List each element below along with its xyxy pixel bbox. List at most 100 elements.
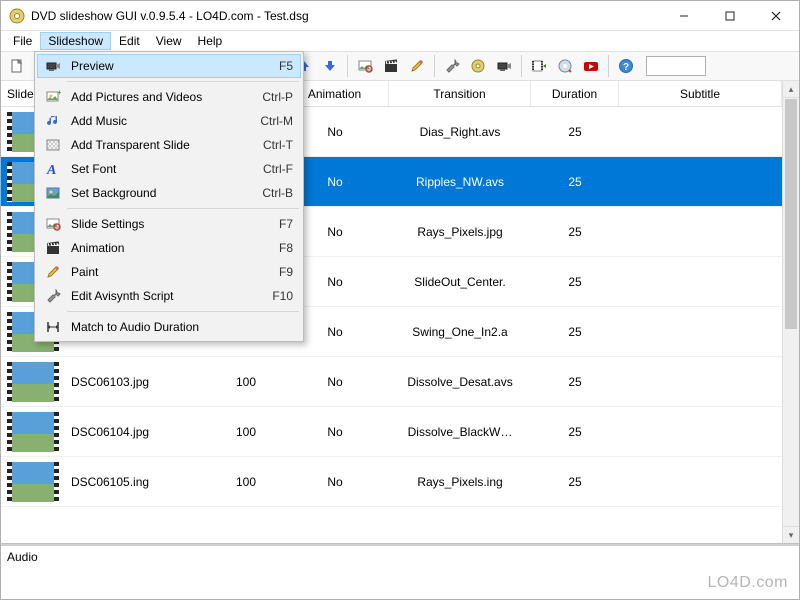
svg-text:A: A (46, 163, 56, 177)
music-note-icon (41, 113, 65, 129)
toolbar-separator (347, 55, 348, 77)
col-transition[interactable]: Transition (389, 81, 531, 106)
menu-item-accel: F10 (241, 289, 297, 303)
toolbar-youtube-icon[interactable] (579, 54, 603, 78)
menu-view[interactable]: View (148, 32, 190, 50)
cell-subtitle (619, 128, 782, 136)
close-button[interactable] (753, 1, 799, 30)
menu-item-edit-avisynth-script[interactable]: Edit Avisynth ScriptF10 (37, 284, 301, 308)
menu-item-accel: F8 (241, 241, 297, 255)
cell-file: DSC06103.jpg (65, 371, 211, 393)
cell-duration-1: 100 (211, 371, 281, 393)
toolbar-pencil-icon[interactable] (405, 54, 429, 78)
cell-subtitle (619, 178, 782, 186)
menu-item-animation[interactable]: AnimationF8 (37, 236, 301, 260)
toolbar-arrow-down-icon[interactable] (318, 54, 342, 78)
toolbar-export-video-icon[interactable] (527, 54, 551, 78)
cell-duration-2: 25 (531, 371, 619, 393)
menubar: FileSlideshowEditViewHelp (1, 31, 799, 51)
menu-item-label: Set Background (65, 186, 241, 200)
menu-item-add-music[interactable]: Add MusicCtrl-M (37, 109, 301, 133)
svg-text:?: ? (623, 62, 629, 73)
cell-subtitle (619, 378, 782, 386)
toolbar-separator (608, 55, 609, 77)
toolbar-help-icon[interactable]: ? (614, 54, 638, 78)
scroll-thumb[interactable] (785, 99, 797, 329)
menu-item-label: Add Pictures and Videos (65, 90, 241, 104)
vertical-scrollbar[interactable]: ▴ ▾ (782, 81, 799, 543)
toolbar-clapper-icon[interactable] (379, 54, 403, 78)
cell-subtitle (619, 428, 782, 436)
toolbar-dvd-icon[interactable] (466, 54, 490, 78)
menu-help[interactable]: Help (190, 32, 231, 50)
cell-animation: No (281, 371, 389, 393)
slide-thumbnail (1, 408, 65, 456)
col-duration-2[interactable]: Duration (531, 81, 619, 106)
menu-item-add-transparent-slide[interactable]: Add Transparent SlideCtrl-T (37, 133, 301, 157)
scroll-up-icon[interactable]: ▴ (783, 81, 799, 98)
cell-transition: Dissolve_BlackW… (389, 421, 531, 443)
slide-thumbnail (1, 358, 65, 406)
menu-slideshow[interactable]: Slideshow (40, 32, 111, 50)
menu-item-set-background[interactable]: Set BackgroundCtrl-B (37, 181, 301, 205)
cell-duration-2: 25 (531, 171, 619, 193)
menu-item-match-to-audio-duration[interactable]: Match to Audio Duration (37, 315, 301, 339)
slideshow-menu-dropdown: PreviewF5 + Add Pictures and VideosCtrl-P A… (34, 51, 304, 342)
toolbar-new-file-icon[interactable] (5, 54, 29, 78)
toolbar-separator (434, 55, 435, 77)
cell-subtitle (619, 328, 782, 336)
menu-edit[interactable]: Edit (111, 32, 148, 50)
toolbar-field[interactable] (646, 56, 706, 76)
menu-item-add-pictures-and-videos[interactable]: + Add Pictures and VideosCtrl-P (37, 85, 301, 109)
cell-animation: No (281, 471, 389, 493)
menu-file[interactable]: File (5, 32, 40, 50)
menu-item-label: Preview (65, 59, 241, 73)
minimize-button[interactable] (661, 1, 707, 30)
menu-item-set-font[interactable]: ASet FontCtrl-F (37, 157, 301, 181)
pencil-icon (41, 264, 65, 280)
cell-duration-2: 25 (531, 321, 619, 343)
table-row[interactable]: DSC06104.jpg100NoDissolve_BlackW…25 (1, 407, 782, 457)
cell-subtitle (619, 478, 782, 486)
cell-subtitle (619, 228, 782, 236)
audio-label: Audio (7, 550, 38, 564)
wrench-icon (41, 288, 65, 304)
toolbar-separator (521, 55, 522, 77)
svg-text:+: + (57, 89, 61, 97)
scroll-down-icon[interactable]: ▾ (783, 526, 799, 543)
menu-separator (67, 311, 299, 312)
menu-item-slide-settings[interactable]: Slide SettingsF7 (37, 212, 301, 236)
menu-item-accel: F9 (241, 265, 297, 279)
cell-transition: SlideOut_Center. (389, 271, 531, 293)
menu-item-label: Animation (65, 241, 241, 255)
app-icon (9, 8, 25, 24)
cell-subtitle (619, 278, 782, 286)
cell-duration-1: 100 (211, 421, 281, 443)
menu-item-preview[interactable]: PreviewF5 (37, 54, 301, 78)
cell-animation: No (281, 421, 389, 443)
col-subtitle[interactable]: Subtitle (619, 81, 782, 106)
menu-item-accel: Ctrl-M (241, 114, 297, 128)
toolbar-wrench-icon[interactable] (440, 54, 464, 78)
add-pictures-icon: + (41, 89, 65, 105)
audio-panel: Audio (1, 544, 799, 599)
menu-separator (67, 81, 299, 82)
cell-transition: Dias_Right.avs (389, 121, 531, 143)
table-row[interactable]: DSC06105.ing100NoRays_Pixels.ing25 (1, 457, 782, 507)
menu-item-accel: Ctrl-P (241, 90, 297, 104)
menu-item-label: Slide Settings (65, 217, 241, 231)
cell-transition: Dissolve_Desat.avs (389, 371, 531, 393)
cell-transition: Rays_Pixels.jpg (389, 221, 531, 243)
titlebar: DVD slideshow GUI v.0.9.5.4 - LO4D.com -… (1, 1, 799, 31)
toolbar-burn-disc-icon[interactable] (553, 54, 577, 78)
menu-item-paint[interactable]: PaintF9 (37, 260, 301, 284)
toolbar-projector-icon[interactable] (492, 54, 516, 78)
window-title: DVD slideshow GUI v.0.9.5.4 - LO4D.com -… (31, 9, 661, 23)
font-icon: A (41, 161, 65, 177)
toolbar-slide-settings-icon[interactable] (353, 54, 377, 78)
maximize-button[interactable] (707, 1, 753, 30)
slide-thumbnail (1, 458, 65, 506)
slide-settings-icon (41, 216, 65, 232)
table-row[interactable]: DSC06103.jpg100NoDissolve_Desat.avs25 (1, 357, 782, 407)
cell-duration-1: 100 (211, 471, 281, 493)
